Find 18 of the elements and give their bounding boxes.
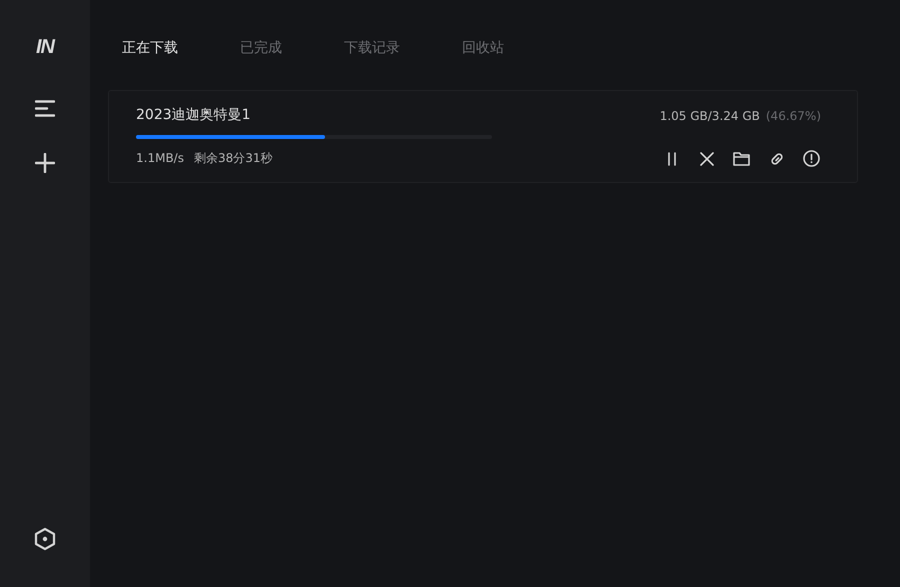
speed-text: 1.1MB/s	[136, 151, 184, 165]
percent-text: (46.67%)	[766, 109, 821, 123]
info-icon[interactable]	[803, 150, 820, 167]
close-icon[interactable]	[700, 152, 714, 166]
app-logo: IN	[36, 35, 54, 60]
tab[interactable]: 下载记录	[344, 38, 400, 58]
folder-icon[interactable]	[733, 152, 750, 166]
remaining-time: 剩余38分31秒	[194, 151, 273, 165]
tab[interactable]: 正在下载	[122, 38, 178, 58]
tab[interactable]: 回收站	[462, 38, 504, 58]
file-name: 2023迪迦奥特曼1	[136, 106, 251, 124]
link-icon[interactable]	[768, 150, 784, 166]
menu-icon[interactable]	[35, 100, 55, 117]
size-text: 1.05 GB/3.24 GB	[660, 109, 760, 123]
plus-icon[interactable]	[35, 153, 55, 173]
settings-icon[interactable]	[34, 527, 56, 551]
pause-icon[interactable]	[666, 152, 678, 166]
tab[interactable]: 已完成	[240, 38, 282, 58]
